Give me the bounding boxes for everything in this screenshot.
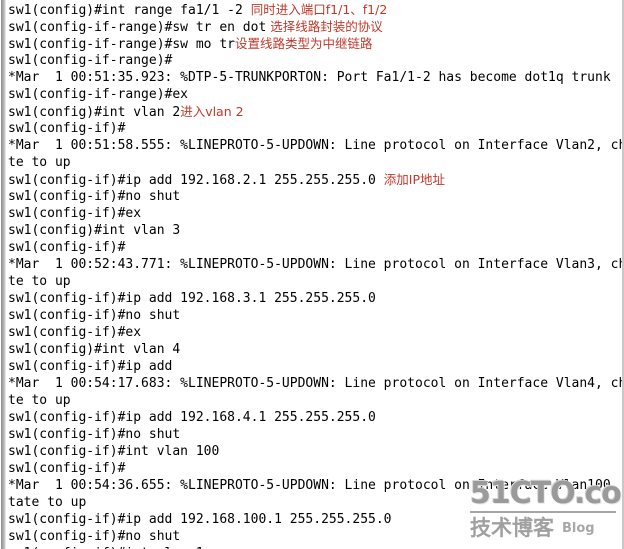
console-line-text: te to up xyxy=(8,155,71,170)
console-line-text: sw1(config-if-range)#sw mo tr xyxy=(8,37,235,52)
console-line-text: sw1(config)#int vlan 3 xyxy=(8,223,181,238)
console-line: sw1(config-if)#no shut xyxy=(8,528,616,545)
console-line-text: te to up xyxy=(8,393,71,408)
console-line-text: sw1(config-if)#int vlan 100 xyxy=(8,444,220,459)
console-line-text: *Mar 1 00:51:35.923: %DTP-5-TRUNKPORTON:… xyxy=(8,70,611,85)
console-line-text: *Mar 1 00:54:17.683: %LINEPROTO-5-UPDOWN… xyxy=(8,376,624,391)
console-line: *Mar 1 00:51:35.923: %DTP-5-TRUNKPORTON:… xyxy=(8,69,616,86)
console-line: sw1(config-if)#ip add 192.168.2.1 255.25… xyxy=(8,171,616,188)
console-line-text: sw1(config-if)#ip add 192.168.100.1 255.… xyxy=(8,512,392,527)
console-line: *Mar 1 00:52:43.771: %LINEPROTO-5-UPDOWN… xyxy=(8,256,624,273)
console-line: sw1(config-if)# xyxy=(8,239,616,256)
console-line: te to up xyxy=(8,392,616,409)
console-line: sw1(config-if)#ex xyxy=(8,324,616,341)
console-line-text: sw1(config)#int vlan 4 xyxy=(8,342,181,357)
console-line: sw1(config-if)#no shut xyxy=(8,307,616,324)
console-line: sw1(config-if)#ip add 192.168.100.1 255.… xyxy=(8,511,616,528)
console-line-text: te to up xyxy=(8,274,71,289)
console-line: *Mar 1 00:54:36.655: %LINEPROTO-5-UPDOWN… xyxy=(8,477,618,494)
console-line-text: sw1(config-if)#no shut xyxy=(8,529,181,544)
console-line-text: sw1(config)#int range fa1/1 -2 xyxy=(8,3,243,18)
console-line-annotation: 进入vlan 2 xyxy=(180,104,244,119)
console-line: sw1(config-if)#no shut xyxy=(8,188,616,205)
console-line-text: *Mar 1 00:54:36.655: %LINEPROTO-5-UPDOWN… xyxy=(8,478,619,493)
console-line: te to up xyxy=(8,154,616,171)
console-line-text: sw1(config-if)#ip add 192.168.4.1 255.25… xyxy=(8,410,376,425)
console-line: te to up xyxy=(8,273,616,290)
console-line-text: sw1(config-if)#no shut xyxy=(8,427,181,442)
console-line: sw1(config-if-range)#ex xyxy=(8,86,616,103)
console-line: sw1(config-if)# xyxy=(8,120,616,137)
console-line-text: sw1(config-if)# xyxy=(8,461,126,476)
console-line: sw1(config-if-range)#sw tr en dot 选择线路封装… xyxy=(8,18,616,35)
console-line-text: sw1(config-if)#ip add xyxy=(8,359,173,374)
console-line: sw1(config)#int range fa1/1 -2 同时进入端口f1/… xyxy=(8,1,616,18)
console-line-annotation: 同时进入端口f1/1、f1/2 xyxy=(242,2,388,17)
console-output[interactable]: sw1(config)#int range fa1/1 -2 同时进入端口f1/… xyxy=(8,1,624,549)
console-line-annotation: 添加IP地址 xyxy=(375,172,446,187)
console-line-text: sw1(config-if-range)#sw tr en dot xyxy=(8,20,267,35)
console-line: sw1(config-if)#ex xyxy=(8,205,616,222)
console-line-text: sw1(config)#int vlan 2 xyxy=(8,105,181,120)
console-line-annotation: 设置线路类型为中继链路 xyxy=(234,36,373,51)
console-line-text: sw1(config-if)# xyxy=(8,121,126,136)
console-line-text: tate to up xyxy=(8,495,87,510)
console-line: sw1(config-if)#int vlan 1 xyxy=(8,545,616,549)
console-line-text: sw1(config-if)#ex xyxy=(8,325,142,340)
console-line-text: sw1(config-if)#no shut xyxy=(8,189,181,204)
console-line: tate to up xyxy=(8,494,616,511)
console-line: sw1(config-if)#ip add 192.168.3.1 255.25… xyxy=(8,290,616,307)
console-line: *Mar 1 00:54:17.683: %LINEPROTO-5-UPDOWN… xyxy=(8,375,624,392)
console-line: sw1(config-if)#ip add 192.168.4.1 255.25… xyxy=(8,409,616,426)
console-line-annotation: 选择线路封装的协议 xyxy=(266,19,383,34)
console-line: sw1(config-if)#ip add xyxy=(8,358,616,375)
console-line-text: sw1(config-if)#ip add 192.168.2.1 255.25… xyxy=(8,173,376,188)
console-line: sw1(config-if-range)# xyxy=(8,52,616,69)
console-line-text: sw1(config-if-range)#ex xyxy=(8,87,189,102)
console-line-text: *Mar 1 00:51:58.555: %LINEPROTO-5-UPDOWN… xyxy=(8,138,624,153)
console-line-text: *Mar 1 00:52:43.771: %LINEPROTO-5-UPDOWN… xyxy=(8,257,624,272)
console-line: sw1(config)#int vlan 4 xyxy=(8,341,616,358)
console-line: sw1(config-if)# xyxy=(8,460,616,477)
console-line-text: sw1(config-if)#ex xyxy=(8,206,142,221)
console-line: sw1(config)#int vlan 2进入vlan 2 xyxy=(8,103,616,120)
console-line-text: sw1(config-if)# xyxy=(8,240,126,255)
terminal-window: sw1(config)#int range fa1/1 -2 同时进入端口f1/… xyxy=(0,0,624,549)
console-line: sw1(config-if)#int vlan 100 xyxy=(8,443,616,460)
console-line-text: sw1(config-if)#no shut xyxy=(8,308,181,323)
console-line: sw1(config-if)#no shut xyxy=(8,426,616,443)
console-line-text: sw1(config-if-range)# xyxy=(8,53,173,68)
console-line: sw1(config-if-range)#sw mo tr设置线路类型为中继链路 xyxy=(8,35,616,52)
console-line-text: sw1(config-if)#ip add 192.168.3.1 255.25… xyxy=(8,291,376,306)
window-left-edge xyxy=(0,0,7,549)
console-line: sw1(config)#int vlan 3 xyxy=(8,222,616,239)
console-line: *Mar 1 00:51:58.555: %LINEPROTO-5-UPDOWN… xyxy=(8,137,624,154)
